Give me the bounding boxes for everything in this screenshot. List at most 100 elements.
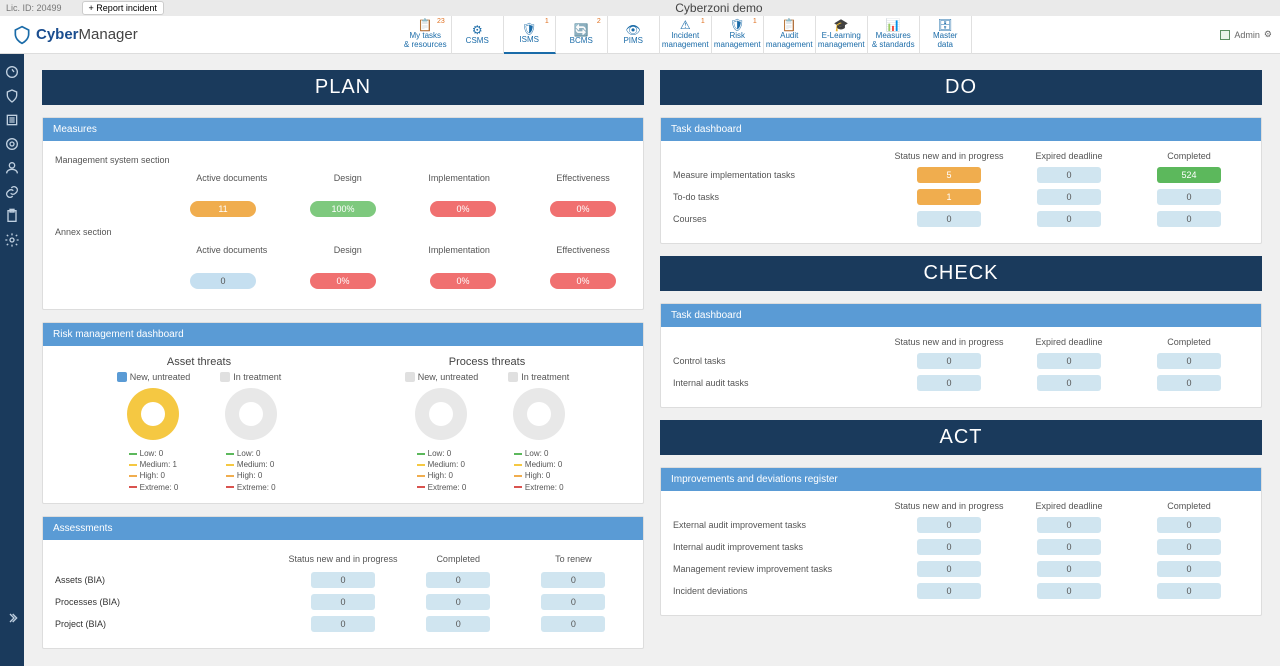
task-pill[interactable]: 0: [1157, 583, 1221, 599]
task-pill[interactable]: 0: [917, 517, 981, 533]
task-pill[interactable]: 0: [917, 353, 981, 369]
measures-pill[interactable]: 0%: [430, 273, 496, 289]
col-head: Completed: [1129, 151, 1249, 161]
nav-item-bcms[interactable]: 2🔄BCMS: [556, 16, 608, 54]
process-threats-title: Process threats: [449, 356, 525, 368]
admin-menu[interactable]: Admin ⚙: [1220, 29, 1272, 40]
nav-item-audit[interactable]: 📋Auditmanagement: [764, 16, 816, 54]
risk-card-head: Risk management dashboard: [43, 323, 643, 346]
plan-title: PLAN: [42, 70, 644, 105]
measures-col-head: Design: [334, 245, 362, 255]
task-pill[interactable]: 0: [1157, 189, 1221, 205]
task-pill[interactable]: 0: [1037, 375, 1101, 391]
check-task-head: Task dashboard: [661, 304, 1261, 327]
assess-pill[interactable]: 0: [426, 572, 490, 588]
task-pill[interactable]: 0: [1157, 561, 1221, 577]
task-pill[interactable]: 1: [917, 189, 981, 205]
measures-pill[interactable]: 0%: [430, 201, 496, 217]
asset-treat-donut[interactable]: [225, 388, 277, 440]
task-pill[interactable]: 0: [1157, 539, 1221, 555]
nav-label: PIMS: [623, 37, 643, 46]
assess-pill[interactable]: 0: [426, 594, 490, 610]
nav-item-csms[interactable]: ⚙CSMS: [452, 16, 504, 54]
do-title: DO: [660, 70, 1262, 105]
measures-card-head: Measures: [43, 118, 643, 141]
measures-card: Measures Management system section Activ…: [42, 117, 644, 310]
task-pill[interactable]: 0: [1037, 583, 1101, 599]
task-pill[interactable]: 0: [1037, 167, 1101, 183]
task-row: Incident deviations000: [673, 583, 1249, 599]
assess-pill[interactable]: 0: [426, 616, 490, 632]
assess-pill[interactable]: 0: [311, 572, 375, 588]
task-pill[interactable]: 0: [917, 211, 981, 227]
legend-item: Low: 0: [514, 448, 564, 459]
list-icon[interactable]: [4, 112, 20, 128]
task-pill[interactable]: 0: [1157, 353, 1221, 369]
nav-item-pims[interactable]: 👁PIMS: [608, 16, 660, 54]
asset-new-donut[interactable]: [127, 388, 179, 440]
measures-pill[interactable]: 0%: [310, 273, 376, 289]
nav-item-measures[interactable]: 📊Measures& standards: [868, 16, 920, 54]
clipboard-icon[interactable]: [4, 208, 20, 224]
task-pill[interactable]: 0: [1037, 539, 1101, 555]
task-pill[interactable]: 0: [1037, 353, 1101, 369]
link-icon[interactable]: [4, 184, 20, 200]
assessments-card: Assessments Status new and in progressCo…: [42, 516, 644, 649]
nav-icon: 🔄: [574, 24, 589, 37]
measures-pill[interactable]: 0%: [550, 201, 616, 217]
measures-pill[interactable]: 0%: [550, 273, 616, 289]
shield-icon[interactable]: [4, 88, 20, 104]
assess-row-label: Assets (BIA): [55, 575, 285, 585]
nav-item-my-tasks[interactable]: 23📋My tasks& resources: [400, 16, 452, 54]
task-pill[interactable]: 5: [917, 167, 981, 183]
measures-pill[interactable]: 0: [190, 273, 256, 289]
task-pill[interactable]: 0: [1037, 189, 1101, 205]
task-pill[interactable]: 0: [1157, 517, 1221, 533]
col-head: Expired deadline: [1009, 501, 1129, 511]
expand-icon[interactable]: [4, 610, 20, 626]
measures-pill[interactable]: 11: [190, 201, 256, 217]
assess-pill[interactable]: 0: [541, 572, 605, 588]
col-head: Status new and in progress: [889, 501, 1009, 511]
assess-pill[interactable]: 0: [311, 594, 375, 610]
nav-icon: 🛡: [522, 23, 537, 36]
measures-pill[interactable]: 100%: [310, 201, 376, 217]
nav-item-isms[interactable]: 1🛡ISMS: [504, 16, 556, 54]
task-pill[interactable]: 0: [917, 583, 981, 599]
gear-icon[interactable]: [4, 232, 20, 248]
process-treat-donut[interactable]: [513, 388, 565, 440]
task-pill[interactable]: 0: [917, 561, 981, 577]
task-pill[interactable]: 0: [1157, 375, 1221, 391]
process-new-donut[interactable]: [415, 388, 467, 440]
task-pill[interactable]: 524: [1157, 167, 1221, 183]
dashboard-icon[interactable]: [4, 64, 20, 80]
legend-item: Medium: 1: [129, 459, 179, 470]
legend-item: High: 0: [129, 470, 179, 481]
assess-pill[interactable]: 0: [541, 594, 605, 610]
task-pill[interactable]: 0: [1037, 517, 1101, 533]
measures-col-head: Active documents: [196, 245, 267, 255]
task-pill[interactable]: 0: [1037, 561, 1101, 577]
nav-item-risk[interactable]: 1🛡Riskmanagement: [712, 16, 764, 54]
nav-item-incident[interactable]: 1⚠Incidentmanagement: [660, 16, 712, 54]
nav-item-master[interactable]: 🗄Masterdata: [920, 16, 972, 54]
legend-item: Medium: 0: [226, 459, 276, 470]
legend-item: High: 0: [226, 470, 276, 481]
task-pill[interactable]: 0: [917, 539, 981, 555]
report-incident-button[interactable]: + Report incident: [82, 1, 164, 15]
task-pill[interactable]: 0: [1037, 211, 1101, 227]
task-pill[interactable]: 0: [1157, 211, 1221, 227]
legend-item: High: 0: [514, 470, 564, 481]
nav-icon: 👁: [626, 24, 641, 37]
legend-item: Extreme: 0: [129, 482, 179, 493]
task-row: Measure implementation tasks50524: [673, 167, 1249, 183]
logo[interactable]: CyberManager: [0, 25, 150, 45]
legend-item: High: 0: [417, 470, 467, 481]
user-icon[interactable]: [4, 160, 20, 176]
nav-item-e-learning[interactable]: 🎓E-Learningmanagement: [816, 16, 868, 54]
target-icon[interactable]: [4, 136, 20, 152]
col-head: Completed: [1129, 337, 1249, 347]
assess-pill[interactable]: 0: [541, 616, 605, 632]
task-pill[interactable]: 0: [917, 375, 981, 391]
assess-pill[interactable]: 0: [311, 616, 375, 632]
